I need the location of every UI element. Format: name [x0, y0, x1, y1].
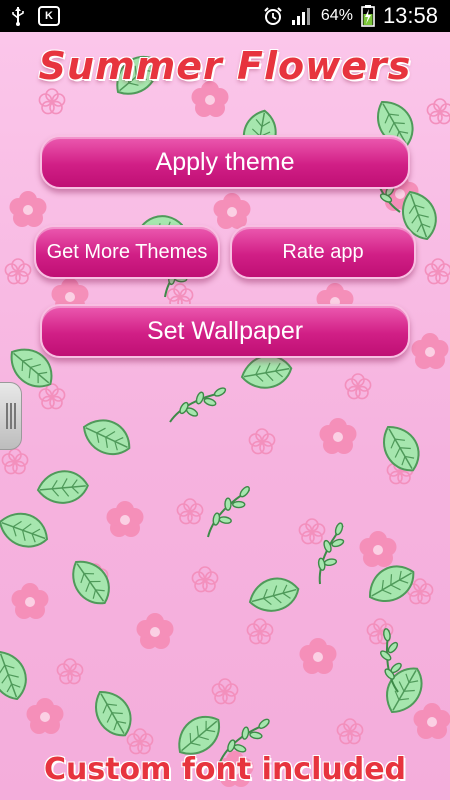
get-more-themes-button[interactable]: Get More Themes: [34, 225, 220, 279]
status-bar: K 64% 13:58: [0, 0, 450, 32]
usb-icon: [10, 6, 26, 26]
signal-icon: [291, 6, 313, 26]
set-wallpaper-button[interactable]: Set Wallpaper: [40, 304, 410, 358]
alarm-clock-icon: [263, 6, 283, 26]
battery-percent: 64%: [320, 7, 353, 24]
handle-grip-icon: [13, 403, 16, 429]
battery-charging-icon: [361, 5, 375, 27]
side-drawer-handle[interactable]: [0, 382, 22, 450]
keyboard-k-icon: K: [38, 6, 60, 26]
app-title: Summer Flowers: [38, 44, 412, 88]
handle-grip-icon: [9, 403, 12, 429]
handle-grip-icon: [5, 403, 8, 429]
clock: 13:58: [382, 3, 438, 28]
footer-caption: Custom font included: [43, 752, 407, 787]
rate-app-button[interactable]: Rate app: [230, 225, 416, 279]
apply-theme-button[interactable]: Apply theme: [40, 135, 410, 189]
